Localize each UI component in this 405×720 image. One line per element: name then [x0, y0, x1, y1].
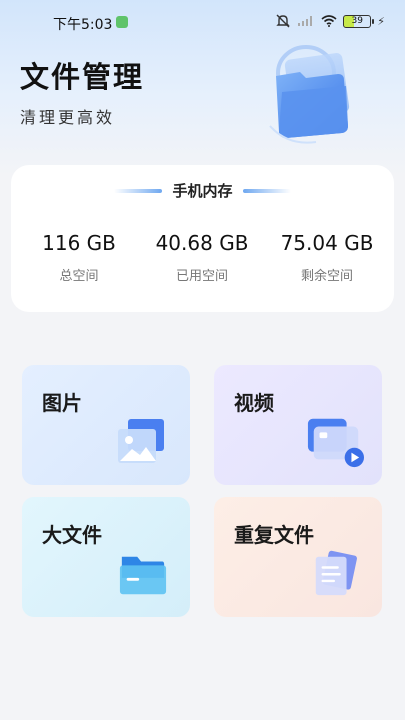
category-images-label: 图片 — [42, 391, 82, 415]
stat-total-value: 116 GB — [42, 231, 116, 255]
stat-free-value: 75.04 GB — [280, 231, 374, 255]
stat-used-value: 40.68 GB — [155, 231, 249, 255]
stat-total: 116 GB 总空间 — [19, 231, 139, 284]
duplicate-files-icon — [315, 550, 357, 596]
storage-title: 手机内存 — [172, 182, 233, 200]
folder-icon — [119, 556, 167, 595]
wifi-icon — [321, 15, 337, 27]
storage-title-row: 手机内存 — [11, 180, 394, 201]
status-time: 下午5:03 — [53, 17, 113, 33]
stat-free: 75.04 GB 剩余空间 — [267, 231, 387, 284]
battery-icon: 39 — [343, 14, 375, 28]
category-videos[interactable]: 视频 — [214, 365, 382, 485]
stat-total-label: 总空间 — [59, 269, 99, 284]
category-images[interactable]: 图片 — [22, 365, 190, 485]
signal-icon — [298, 16, 313, 26]
notification-app-icon — [116, 16, 128, 28]
stat-used: 40.68 GB 已用空间 — [142, 231, 262, 284]
title-decoration-left — [114, 188, 163, 193]
stat-free-label: 剩余空间 — [300, 269, 353, 284]
category-large-files-label: 大文件 — [42, 523, 102, 547]
page-title: 文件管理 — [20, 60, 145, 94]
charging-icon: ⚡ — [377, 14, 385, 28]
title-decoration-right — [242, 188, 291, 193]
category-large-files[interactable]: 大文件 — [22, 497, 190, 617]
category-videos-label: 视频 — [234, 391, 274, 415]
page-subtitle: 清理更高效 — [20, 108, 116, 127]
category-duplicate-files[interactable]: 重复文件 — [214, 497, 382, 617]
image-icon — [118, 419, 164, 463]
stat-used-label: 已用空间 — [175, 269, 228, 284]
folder-illustration-icon — [269, 45, 350, 144]
mute-icon — [276, 14, 290, 28]
category-duplicate-files-label: 重复文件 — [234, 523, 314, 547]
status-icons: 39 ⚡ — [275, 14, 385, 28]
video-icon — [307, 418, 364, 468]
storage-card: 手机内存 116 GB 总空间 40.68 GB 已用空间 75.04 GB 剩… — [11, 165, 394, 312]
